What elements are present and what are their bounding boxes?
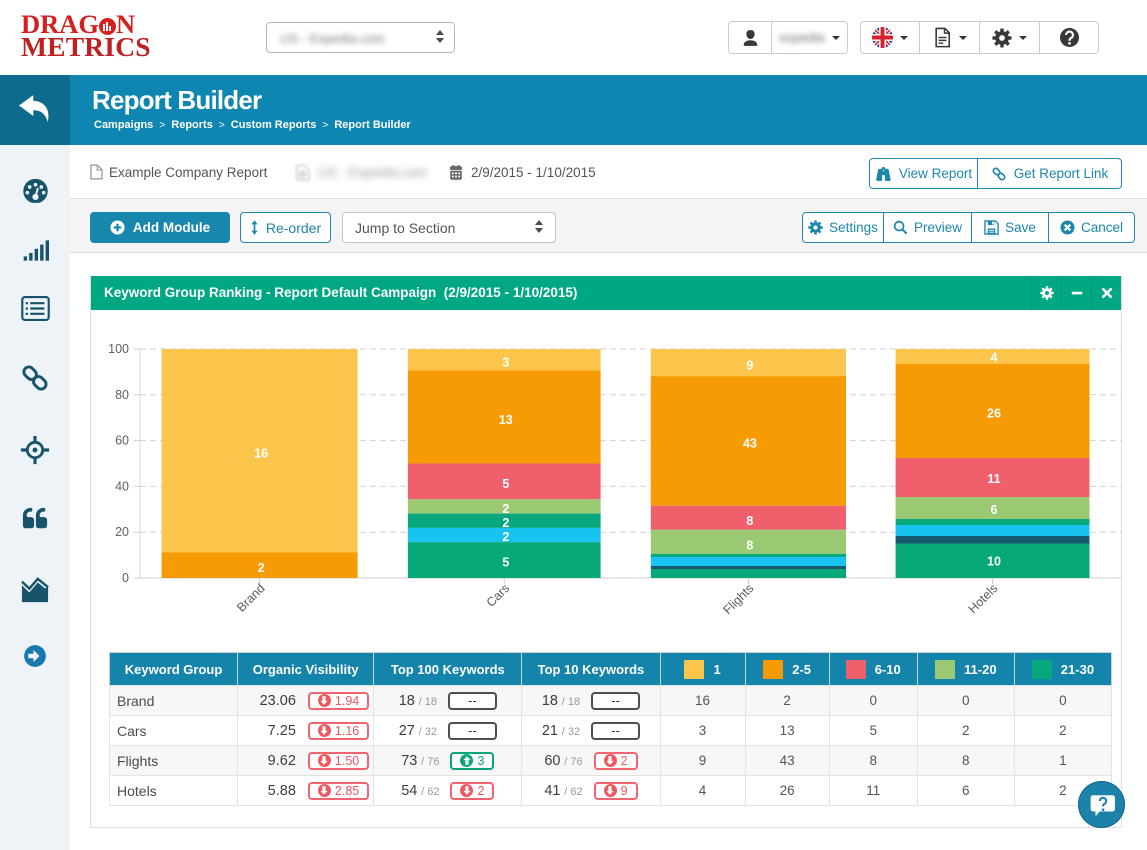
svg-text:Cars: Cars bbox=[484, 581, 513, 610]
svg-text:20: 20 bbox=[115, 525, 129, 539]
svg-text:13: 13 bbox=[499, 413, 513, 427]
svg-text:60: 60 bbox=[115, 434, 129, 448]
svg-text:10: 10 bbox=[987, 555, 1001, 569]
svg-text:80: 80 bbox=[115, 388, 129, 402]
svg-text:0: 0 bbox=[122, 571, 129, 585]
svg-text:3: 3 bbox=[502, 356, 509, 370]
svg-text:9: 9 bbox=[746, 359, 753, 373]
svg-text:2: 2 bbox=[502, 502, 509, 516]
svg-text:40: 40 bbox=[115, 479, 129, 493]
svg-text:11: 11 bbox=[987, 472, 1000, 486]
svg-text:2: 2 bbox=[502, 516, 509, 530]
svg-text:Brand: Brand bbox=[234, 581, 268, 615]
svg-text:43: 43 bbox=[743, 436, 757, 450]
svg-text:26: 26 bbox=[987, 407, 1001, 421]
svg-text:8: 8 bbox=[746, 514, 753, 528]
svg-text:6: 6 bbox=[991, 503, 998, 517]
svg-text:2: 2 bbox=[258, 561, 265, 575]
svg-text:5: 5 bbox=[502, 477, 509, 491]
svg-text:Hotels: Hotels bbox=[966, 581, 1001, 616]
svg-text:16: 16 bbox=[254, 447, 268, 461]
svg-text:5: 5 bbox=[502, 555, 509, 569]
svg-text:Flights: Flights bbox=[720, 581, 756, 617]
svg-text:4: 4 bbox=[991, 351, 998, 365]
svg-text:2: 2 bbox=[502, 530, 509, 544]
svg-text:100: 100 bbox=[108, 342, 129, 356]
svg-text:8: 8 bbox=[746, 539, 753, 553]
